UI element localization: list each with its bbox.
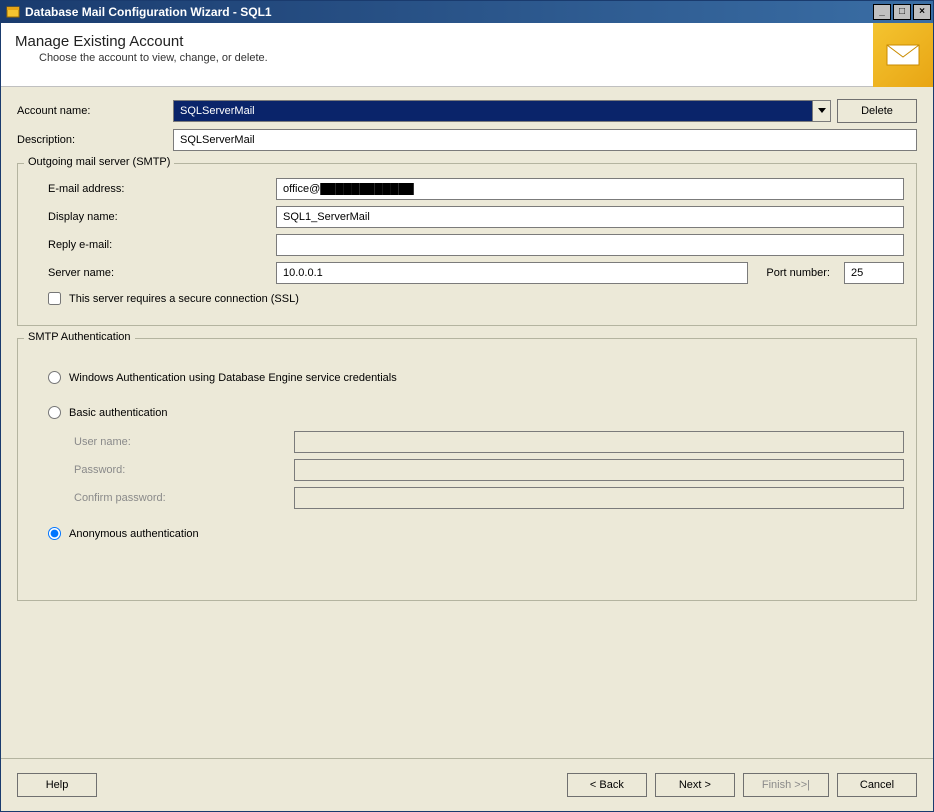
- chevron-down-icon: [818, 108, 826, 114]
- ssl-checkbox[interactable]: [48, 292, 61, 305]
- description-input[interactable]: [173, 129, 917, 151]
- anonymous-auth-label: Anonymous authentication: [69, 528, 199, 540]
- password-label: Password:: [74, 464, 288, 476]
- anonymous-auth-radio[interactable]: [48, 527, 61, 540]
- wizard-window: Database Mail Configuration Wizard - SQL…: [0, 0, 934, 812]
- ssl-label: This server requires a secure connection…: [69, 293, 299, 305]
- basic-auth-label: Basic authentication: [69, 407, 167, 419]
- password-input: [294, 459, 904, 481]
- window-title: Database Mail Configuration Wizard - SQL…: [25, 5, 873, 19]
- auth-legend: SMTP Authentication: [24, 331, 135, 343]
- smtp-legend: Outgoing mail server (SMTP): [24, 156, 174, 168]
- description-label: Description:: [17, 134, 167, 146]
- windows-auth-radio[interactable]: [48, 371, 61, 384]
- titlebar: Database Mail Configuration Wizard - SQL…: [1, 1, 933, 23]
- page-subtitle: Choose the account to view, change, or d…: [39, 52, 919, 64]
- email-input[interactable]: [276, 178, 904, 200]
- minimize-button[interactable]: _: [873, 4, 891, 20]
- confirm-password-input: [294, 487, 904, 509]
- account-name-label: Account name:: [17, 105, 167, 117]
- server-name-label: Server name:: [30, 267, 270, 279]
- wizard-header: Manage Existing Account Choose the accou…: [1, 23, 933, 87]
- app-icon: [5, 4, 21, 20]
- maximize-button[interactable]: □: [893, 4, 911, 20]
- basic-auth-radio[interactable]: [48, 406, 61, 419]
- page-title: Manage Existing Account: [15, 33, 919, 50]
- back-button[interactable]: < Back: [567, 773, 647, 797]
- wizard-body: Account name: SQLServerMail Delete Descr…: [1, 87, 933, 758]
- wizard-footer: Help < Back Next > Finish >>| Cancel: [1, 758, 933, 811]
- account-name-value: SQLServerMail: [173, 100, 813, 122]
- email-label: E-mail address:: [30, 183, 270, 195]
- port-input[interactable]: [844, 262, 904, 284]
- display-name-input[interactable]: [276, 206, 904, 228]
- auth-group: SMTP Authentication Windows Authenticati…: [17, 338, 917, 601]
- help-button[interactable]: Help: [17, 773, 97, 797]
- display-name-label: Display name:: [30, 211, 270, 223]
- windows-auth-label: Windows Authentication using Database En…: [69, 372, 397, 384]
- mail-icon: [873, 23, 933, 87]
- cancel-button[interactable]: Cancel: [837, 773, 917, 797]
- port-label: Port number:: [754, 267, 838, 279]
- window-controls: _ □ ×: [873, 4, 931, 20]
- combo-dropdown-button[interactable]: [813, 100, 831, 122]
- close-button[interactable]: ×: [913, 4, 931, 20]
- smtp-group: Outgoing mail server (SMTP) E-mail addre…: [17, 163, 917, 326]
- server-name-input[interactable]: [276, 262, 748, 284]
- account-name-combo[interactable]: SQLServerMail: [173, 100, 831, 122]
- username-input: [294, 431, 904, 453]
- finish-button: Finish >>|: [743, 773, 829, 797]
- confirm-password-label: Confirm password:: [74, 492, 288, 504]
- delete-button[interactable]: Delete: [837, 99, 917, 123]
- next-button[interactable]: Next >: [655, 773, 735, 797]
- username-label: User name:: [74, 436, 288, 448]
- reply-email-label: Reply e-mail:: [30, 239, 270, 251]
- reply-email-input[interactable]: [276, 234, 904, 256]
